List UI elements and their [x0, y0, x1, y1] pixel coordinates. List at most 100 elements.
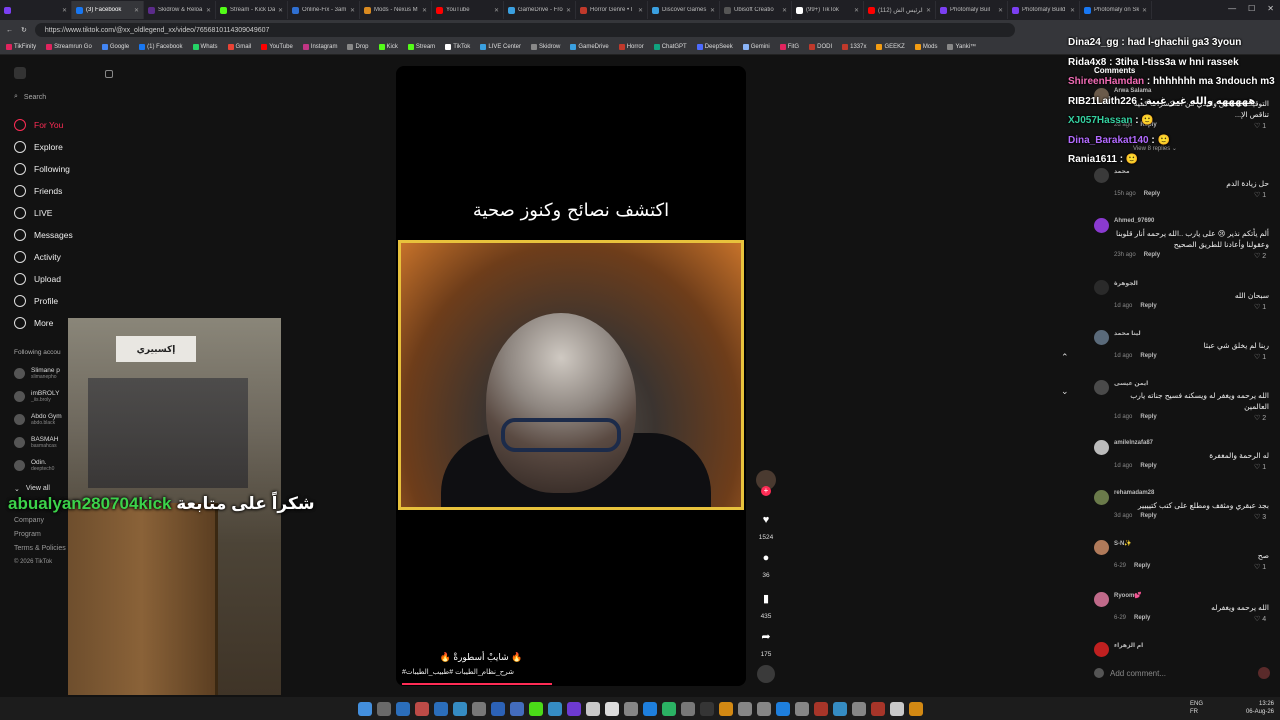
taskbar-app-icon[interactable]: [908, 701, 923, 716]
bookmark-item[interactable]: TikFinity: [6, 44, 36, 50]
comment-like-button[interactable]: ♡ 2: [1254, 252, 1266, 260]
view-all-link[interactable]: ⌄ View all: [14, 485, 50, 493]
minimize-icon[interactable]: —: [1228, 4, 1236, 13]
tab-close-icon[interactable]: ✕: [710, 7, 715, 14]
taskbar-app-icon[interactable]: [737, 701, 752, 716]
comment-author[interactable]: Ryoom💕: [1114, 592, 1142, 599]
creator-avatar[interactable]: +: [754, 470, 778, 496]
avatar[interactable]: [1094, 642, 1109, 657]
browser-tab[interactable]: Skidrow & Reloa ✕: [144, 1, 216, 19]
bookmark-item[interactable]: (1) Facebook: [139, 44, 183, 50]
music-disc[interactable]: [754, 665, 778, 683]
avatar[interactable]: [1094, 330, 1109, 345]
reload-icon[interactable]: ↻: [21, 26, 27, 34]
tab-close-icon[interactable]: ✕: [1070, 7, 1075, 14]
sidebar-item-activity[interactable]: Activity: [14, 251, 61, 263]
bookmark-item[interactable]: Stream: [407, 44, 435, 50]
bookmark-item[interactable]: 1337x: [842, 44, 866, 50]
comment-author[interactable]: ايمن عيسى: [1114, 380, 1148, 387]
tab-close-icon[interactable]: ✕: [854, 7, 859, 14]
bookmark-item[interactable]: TikTok: [445, 44, 470, 50]
taskbar-app-icon[interactable]: [585, 701, 600, 716]
sidebar-item-following[interactable]: Following: [14, 163, 70, 175]
tab-close-icon[interactable]: ✕: [62, 7, 67, 14]
sidebar-item-friends[interactable]: Friends: [14, 185, 62, 197]
bookmark-item[interactable]: DODI: [809, 44, 832, 50]
footer-link[interactable]: Terms & Policies: [14, 545, 66, 552]
reply-button[interactable]: Reply: [1140, 353, 1156, 359]
tab-close-icon[interactable]: ✕: [638, 7, 643, 14]
taskbar-app-icon[interactable]: [509, 701, 524, 716]
browser-tab[interactable]: Photomaly Build ✕: [1008, 1, 1080, 19]
browser-tab[interactable]: Discover Games ✕: [648, 1, 720, 19]
taskbar-app-icon[interactable]: [471, 701, 486, 716]
video-progress-bar[interactable]: [402, 683, 552, 685]
comment-like-button[interactable]: ♡ 1: [1254, 303, 1266, 311]
bookmark-item[interactable]: Google: [101, 44, 129, 50]
reply-button[interactable]: Reply: [1140, 414, 1156, 420]
reply-button[interactable]: Reply: [1144, 252, 1160, 258]
bookmark-item[interactable]: LIVE Center: [480, 44, 521, 50]
bookmark-item[interactable]: Gmail: [227, 44, 251, 50]
comment-author[interactable]: ام الزهراء: [1114, 642, 1143, 649]
comment-like-button[interactable]: ♡ 1: [1254, 463, 1266, 471]
comment-author[interactable]: amilelnzafa87: [1114, 440, 1153, 446]
comment-like-button[interactable]: ♡ 2: [1254, 414, 1266, 422]
tab-close-icon[interactable]: ✕: [278, 7, 283, 14]
sidebar-item-more[interactable]: More: [14, 317, 53, 329]
previous-video-button[interactable]: ⌃: [1061, 352, 1069, 363]
bookmark-item[interactable]: Drop: [347, 44, 369, 50]
like-button[interactable]: ♥ 1524: [754, 514, 778, 541]
comment-like-button[interactable]: ♡ 1: [1254, 563, 1266, 571]
comment-author[interactable]: rehamadam28: [1114, 490, 1154, 496]
bookmark-item[interactable]: Mods: [914, 44, 937, 50]
browser-tab[interactable]: Stream - Kick Da ✕: [216, 1, 288, 19]
next-video-button[interactable]: ⌄: [1061, 386, 1069, 397]
bookmark-item[interactable]: GEEKZ: [876, 44, 905, 50]
taskbar-app-icon[interactable]: [395, 701, 410, 716]
avatar[interactable]: [1094, 168, 1109, 183]
following-account[interactable]: BASMAH basmahcas: [14, 436, 58, 449]
taskbar-app-icon[interactable]: [889, 701, 904, 716]
post-comment-button[interactable]: [1258, 667, 1270, 679]
following-account[interactable]: Slimane p slimanepho: [14, 367, 60, 380]
taskbar-app-icon[interactable]: [661, 701, 676, 716]
comment-button[interactable]: ● 36: [754, 552, 778, 579]
following-account[interactable]: Odin. deeptech0: [14, 459, 54, 472]
tab-close-icon[interactable]: ✕: [782, 7, 787, 14]
taskbar-app-icon[interactable]: [794, 701, 809, 716]
close-icon[interactable]: ✕: [1267, 4, 1274, 13]
comment-author[interactable]: لينا محمد: [1114, 330, 1141, 337]
taskbar-app-icon[interactable]: [433, 701, 448, 716]
comment-like-button[interactable]: ♡ 1: [1254, 191, 1266, 199]
avatar[interactable]: [1094, 540, 1109, 555]
browser-tab[interactable]: GameDrive - Fro ✕: [504, 1, 576, 19]
bookmark-item[interactable]: Yanki™: [947, 44, 976, 50]
comment-input[interactable]: Add comment...: [1094, 663, 1270, 683]
tab-close-icon[interactable]: ✕: [422, 7, 427, 14]
bookmark-item[interactable]: DeepSeek: [696, 44, 733, 50]
sidebar-item-messages[interactable]: Messages: [14, 229, 73, 241]
bookmark-item[interactable]: Instagram: [302, 44, 337, 50]
reply-button[interactable]: Reply: [1134, 563, 1150, 569]
bookmark-item[interactable]: FitG: [779, 44, 799, 50]
comment-author[interactable]: الجوهرة: [1114, 280, 1138, 287]
taskbar-app-icon[interactable]: [452, 701, 467, 716]
browser-tab[interactable]: YouTube ✕: [432, 1, 504, 19]
tab-close-icon[interactable]: ✕: [134, 7, 139, 14]
taskbar-app-icon[interactable]: [604, 701, 619, 716]
tab-close-icon[interactable]: ✕: [926, 7, 931, 14]
taskbar-app-icon[interactable]: [547, 701, 562, 716]
comment-like-button[interactable]: ♡ 3: [1254, 513, 1266, 521]
taskbar-app-icon[interactable]: [414, 701, 429, 716]
bookmark-item[interactable]: Streamrun Go: [46, 44, 92, 50]
browser-tab[interactable]: Photomaly Buil ✕: [936, 1, 1008, 19]
avatar[interactable]: [1094, 490, 1109, 505]
bookmark-item[interactable]: GameDrive: [570, 44, 609, 50]
tab-close-icon[interactable]: ✕: [350, 7, 355, 14]
bookmark-item[interactable]: YouTube: [261, 44, 293, 50]
search-input[interactable]: ⌕ Search: [14, 93, 46, 101]
avatar[interactable]: [1094, 592, 1109, 607]
save-button[interactable]: ▮ 435: [754, 592, 778, 620]
maximize-icon[interactable]: ☐: [1248, 4, 1255, 13]
